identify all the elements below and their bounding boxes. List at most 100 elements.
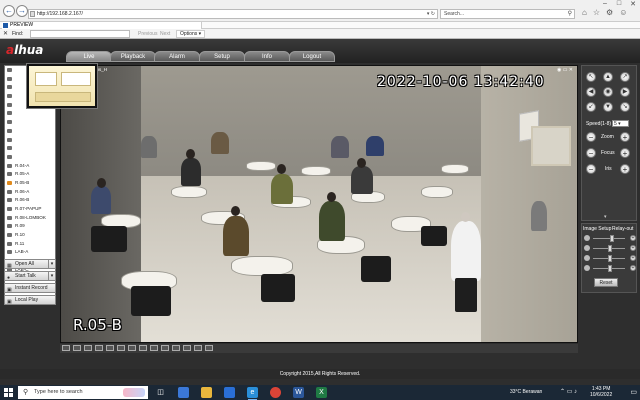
tab-relay-out[interactable]: Relay-out	[612, 226, 633, 232]
ptz-center-icon[interactable]: ◉	[603, 87, 613, 97]
focus-minus-icon[interactable]: −	[586, 148, 596, 158]
ptz-right-icon[interactable]: ▶	[620, 87, 630, 97]
slider-thumb[interactable]	[608, 265, 612, 272]
plus-icon[interactable]: +	[630, 245, 636, 251]
channel-item[interactable]	[5, 118, 55, 127]
layout-13-icon[interactable]	[117, 345, 125, 351]
channel-item[interactable]: R.06-B	[5, 196, 55, 205]
ptz-down-right-icon[interactable]: ↘	[620, 102, 630, 112]
slider-thumb[interactable]	[608, 245, 612, 252]
contrast-slider[interactable]: +	[584, 245, 636, 252]
hue-slider[interactable]: +	[584, 265, 636, 272]
task-view-icon[interactable]: ◫	[155, 387, 166, 398]
speed-select[interactable]: 5 ▾	[612, 120, 629, 127]
ptz-up-right-icon[interactable]: ↗	[620, 72, 630, 82]
zoom-in-icon[interactable]: +	[620, 132, 630, 142]
maximize-icon[interactable]: □	[612, 0, 626, 8]
tab-logout[interactable]: Logout	[289, 51, 335, 62]
windows-start-icon[interactable]	[4, 388, 13, 397]
video-controls-icon[interactable]: ◉ ▭ ✕	[557, 67, 573, 73]
layout-1-icon[interactable]	[62, 345, 70, 351]
find-close-icon[interactable]: ✕	[3, 30, 8, 37]
layout-25-icon[interactable]	[150, 345, 158, 351]
channel-item[interactable]: R.06-A	[5, 188, 55, 197]
channel-item[interactable]: R.04-A	[5, 162, 55, 171]
channel-item[interactable]	[5, 109, 55, 118]
word-icon[interactable]: W	[293, 387, 304, 398]
favorites-icon[interactable]: ☆	[593, 8, 600, 17]
notification-icon[interactable]: ▭	[630, 388, 637, 396]
channel-item[interactable]	[5, 144, 55, 153]
zoom-out-icon[interactable]: −	[586, 132, 596, 142]
layout-9-icon[interactable]	[106, 345, 114, 351]
ptz-up-left-icon[interactable]: ↖	[586, 72, 596, 82]
channel-item[interactable]: LAB-A	[5, 248, 55, 257]
chevron-down-icon[interactable]: ▾	[604, 214, 607, 220]
local-play-button[interactable]: ▣ Local Play	[4, 295, 56, 305]
tab-live[interactable]: Live	[66, 51, 112, 62]
ptz-left-icon[interactable]: ◀	[586, 87, 596, 97]
find-options-button[interactable]: Options ▾	[176, 30, 206, 38]
ptz-down-icon[interactable]: ▼	[603, 102, 613, 112]
saturation-slider[interactable]: +	[584, 255, 636, 262]
plus-icon[interactable]: +	[630, 235, 636, 241]
forward-icon[interactable]: →	[16, 5, 28, 17]
search-icon[interactable]: ⚲	[568, 10, 572, 19]
home-icon[interactable]: ⌂	[582, 8, 587, 17]
store-icon[interactable]	[224, 387, 235, 398]
layout-8-icon[interactable]	[95, 345, 103, 351]
open-all-button[interactable]: ▦ Open All ▾	[4, 259, 56, 269]
tab-playback[interactable]: Playback	[110, 51, 156, 62]
snapshot-icon[interactable]	[172, 345, 180, 351]
plus-icon[interactable]: +	[630, 255, 636, 261]
smiley-icon[interactable]: ☺	[619, 8, 627, 17]
layout-36-icon[interactable]	[161, 345, 169, 351]
folder-icon[interactable]	[201, 387, 212, 398]
tab-info[interactable]: Info	[244, 51, 290, 62]
plus-icon[interactable]: +	[630, 265, 636, 271]
close-icon[interactable]: ✕	[626, 0, 640, 8]
channel-item[interactable]: R.05-B	[5, 179, 55, 188]
live-video-feed[interactable]: 2_ 1801fps_H ◉ ▭ ✕ 2022-10-06 13:42:40 R…	[60, 65, 578, 343]
tab-preview[interactable]: PREVIEW	[2, 22, 202, 29]
channel-item[interactable]: R.11	[5, 240, 55, 249]
iris-plus-icon[interactable]: +	[620, 164, 630, 174]
chevron-down-icon[interactable]: ▾	[48, 260, 55, 268]
channel-item[interactable]	[5, 136, 55, 145]
gear-icon[interactable]: ⚙	[606, 8, 613, 17]
tab-setup[interactable]: Setup	[199, 51, 245, 62]
instant-record-button[interactable]: ▣ Instant Record	[4, 283, 56, 293]
file-explorer-icon[interactable]	[178, 387, 189, 398]
layout-6-icon[interactable]	[84, 345, 92, 351]
slider-thumb[interactable]	[609, 235, 614, 242]
layout-4-icon[interactable]	[73, 345, 81, 351]
back-icon[interactable]: ←	[3, 5, 15, 17]
brightness-slider[interactable]: +	[584, 235, 636, 242]
find-previous-button[interactable]: Previous	[138, 31, 157, 37]
tray-icons[interactable]: ⌃ ▭ ♪	[560, 388, 577, 395]
weather-status[interactable]: 33°C Berawan	[510, 389, 542, 395]
refresh-icon[interactable]: ▾ ↻	[427, 10, 435, 19]
channel-item[interactable]: R.10	[5, 231, 55, 240]
layout-20-icon[interactable]	[139, 345, 147, 351]
channel-item[interactable]	[5, 153, 55, 162]
channel-item[interactable]: R.08-LOMBOK	[5, 214, 55, 223]
tab-image-setup[interactable]: Image Setup	[583, 226, 611, 232]
address-bar[interactable]: http://192.168.2.167/ ▾ ↻	[28, 9, 438, 19]
excel-icon[interactable]: X	[316, 387, 327, 398]
record-icon[interactable]	[183, 345, 191, 351]
fullscreen-icon[interactable]	[205, 345, 213, 351]
chevron-down-icon[interactable]: ▾	[48, 272, 55, 280]
search-input[interactable]: Search... ⚲	[440, 9, 575, 19]
ptz-down-left-icon[interactable]: ↙	[586, 102, 596, 112]
find-input[interactable]	[30, 30, 130, 38]
reset-button[interactable]: Reset	[594, 278, 618, 287]
chrome-icon[interactable]	[270, 387, 281, 398]
audio-icon[interactable]	[194, 345, 202, 351]
iris-minus-icon[interactable]: −	[586, 164, 596, 174]
channel-item[interactable]: R.09	[5, 222, 55, 231]
layout-16-icon[interactable]	[128, 345, 136, 351]
channel-item[interactable]	[5, 127, 55, 136]
find-next-button[interactable]: Next	[160, 31, 170, 37]
slider-thumb[interactable]	[608, 255, 612, 262]
